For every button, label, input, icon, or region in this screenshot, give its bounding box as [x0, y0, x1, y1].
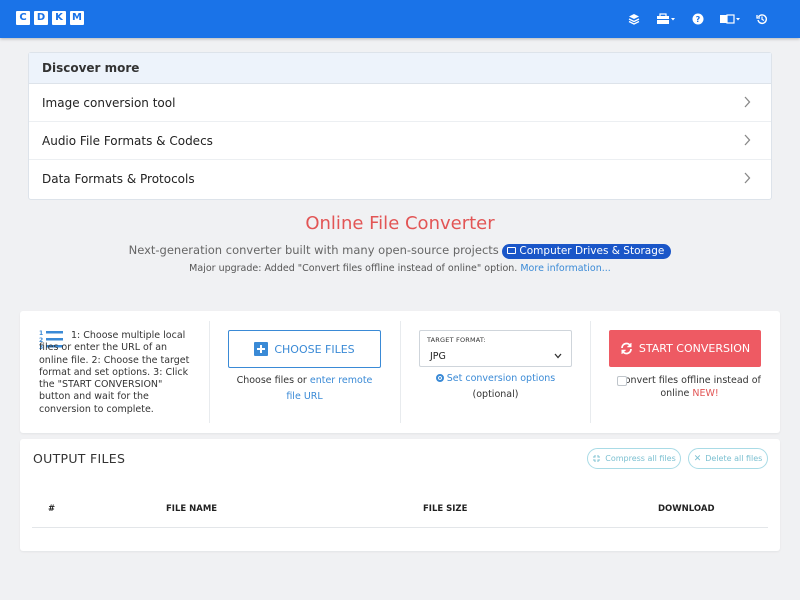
upgrade-note: Major upgrade: Added "Convert files offl…: [0, 263, 800, 274]
site-logo[interactable]: C D K M: [16, 11, 84, 25]
output-table-header: # FILE NAME FILE SIZE DOWNLOAD: [32, 496, 768, 528]
category-badge[interactable]: Computer Drives & Storage: [502, 244, 672, 259]
choose-note-text: Choose files or: [236, 375, 307, 386]
choose-files-label: CHOOSE FILES: [274, 342, 355, 356]
top-bar: C D K M ?: [0, 0, 800, 38]
gear-icon: [435, 374, 444, 382]
help-icon[interactable]: ?: [682, 10, 714, 28]
discover-item-image-conversion[interactable]: Image conversion tool: [29, 84, 771, 122]
column-file-size: FILE SIZE: [423, 504, 468, 514]
logo-letter: M: [70, 11, 84, 25]
target-format-value: JPG: [430, 351, 446, 362]
svg-text:?: ?: [696, 15, 701, 24]
output-files-title: OUTPUT FILES: [33, 451, 126, 466]
close-icon: ✕: [693, 453, 702, 464]
chevron-down-icon: [554, 353, 562, 359]
chevron-right-icon: [744, 96, 751, 108]
set-options-label: Set conversion options: [446, 373, 556, 384]
toolbox-icon[interactable]: [650, 10, 682, 28]
column-index: #: [48, 504, 56, 514]
plus-icon: [254, 342, 269, 356]
discover-item-label: Image conversion tool: [42, 96, 176, 110]
discover-item-data-formats[interactable]: Data Formats & Protocols: [29, 160, 771, 198]
category-badge-label: Computer Drives & Storage: [519, 245, 665, 257]
logo-letter: K: [52, 11, 66, 25]
optional-note: (optional): [472, 389, 519, 400]
page-subtitle: Next-generation converter built with man…: [0, 243, 800, 259]
language-icon[interactable]: [714, 10, 746, 28]
delete-all-button[interactable]: ✕ Delete all files: [688, 448, 768, 469]
offline-label: Convert files offline instead of online: [618, 375, 761, 399]
set-conversion-options-link[interactable]: Set conversion options: [419, 373, 572, 384]
offline-option: Convert files offline instead of online …: [617, 374, 762, 400]
discover-item-audio-formats[interactable]: Audio File Formats & Codecs: [29, 122, 771, 160]
discover-item-label: Data Formats & Protocols: [42, 172, 195, 186]
discover-item-label: Audio File Formats & Codecs: [42, 134, 213, 148]
logo-letter: C: [16, 11, 30, 25]
offline-checkbox[interactable]: [617, 376, 627, 386]
output-files-panel: OUTPUT FILES Compress all files ✕ Delete…: [20, 439, 780, 551]
column-download: DOWNLOAD: [658, 504, 715, 514]
target-format-label: TARGET FORMAT:: [427, 336, 486, 344]
choose-files-button[interactable]: CHOOSE FILES: [228, 330, 381, 368]
upgrade-note-text: Major upgrade: Added "Convert files offl…: [189, 263, 518, 274]
steps-instructions: 1: Choose multiple local files or enter …: [39, 330, 190, 415]
chevron-right-icon: [744, 172, 751, 184]
column-file-name: FILE NAME: [166, 504, 218, 514]
layers-icon[interactable]: [618, 10, 650, 28]
page-title: Online File Converter: [305, 213, 495, 234]
discover-more-card: Discover more Image conversion tool Audi…: [28, 52, 772, 200]
start-conversion-button[interactable]: START CONVERSION: [609, 330, 761, 367]
refresh-icon: [620, 342, 632, 355]
target-format-select[interactable]: TARGET FORMAT: JPG: [419, 330, 572, 367]
logo-letter: D: [34, 11, 48, 25]
subtitle-text: Next-generation converter built with man…: [128, 243, 499, 257]
drive-icon: [507, 247, 517, 254]
history-icon[interactable]: [746, 10, 778, 28]
compress-all-label: Compress all files: [605, 454, 676, 463]
delete-all-label: Delete all files: [705, 454, 763, 463]
new-badge: NEW!: [692, 388, 719, 399]
choose-files-note: Choose files or enter remote file URL: [228, 373, 381, 405]
chevron-right-icon: [744, 134, 751, 146]
compress-all-button[interactable]: Compress all files: [587, 448, 681, 469]
discover-title: Discover more: [29, 53, 771, 84]
start-conversion-label: START CONVERSION: [638, 342, 751, 355]
more-information-link[interactable]: More information...: [520, 263, 610, 274]
compress-icon: [593, 455, 601, 462]
converter-panel: 1 2 3 1: Choose multiple local files or …: [20, 311, 780, 433]
